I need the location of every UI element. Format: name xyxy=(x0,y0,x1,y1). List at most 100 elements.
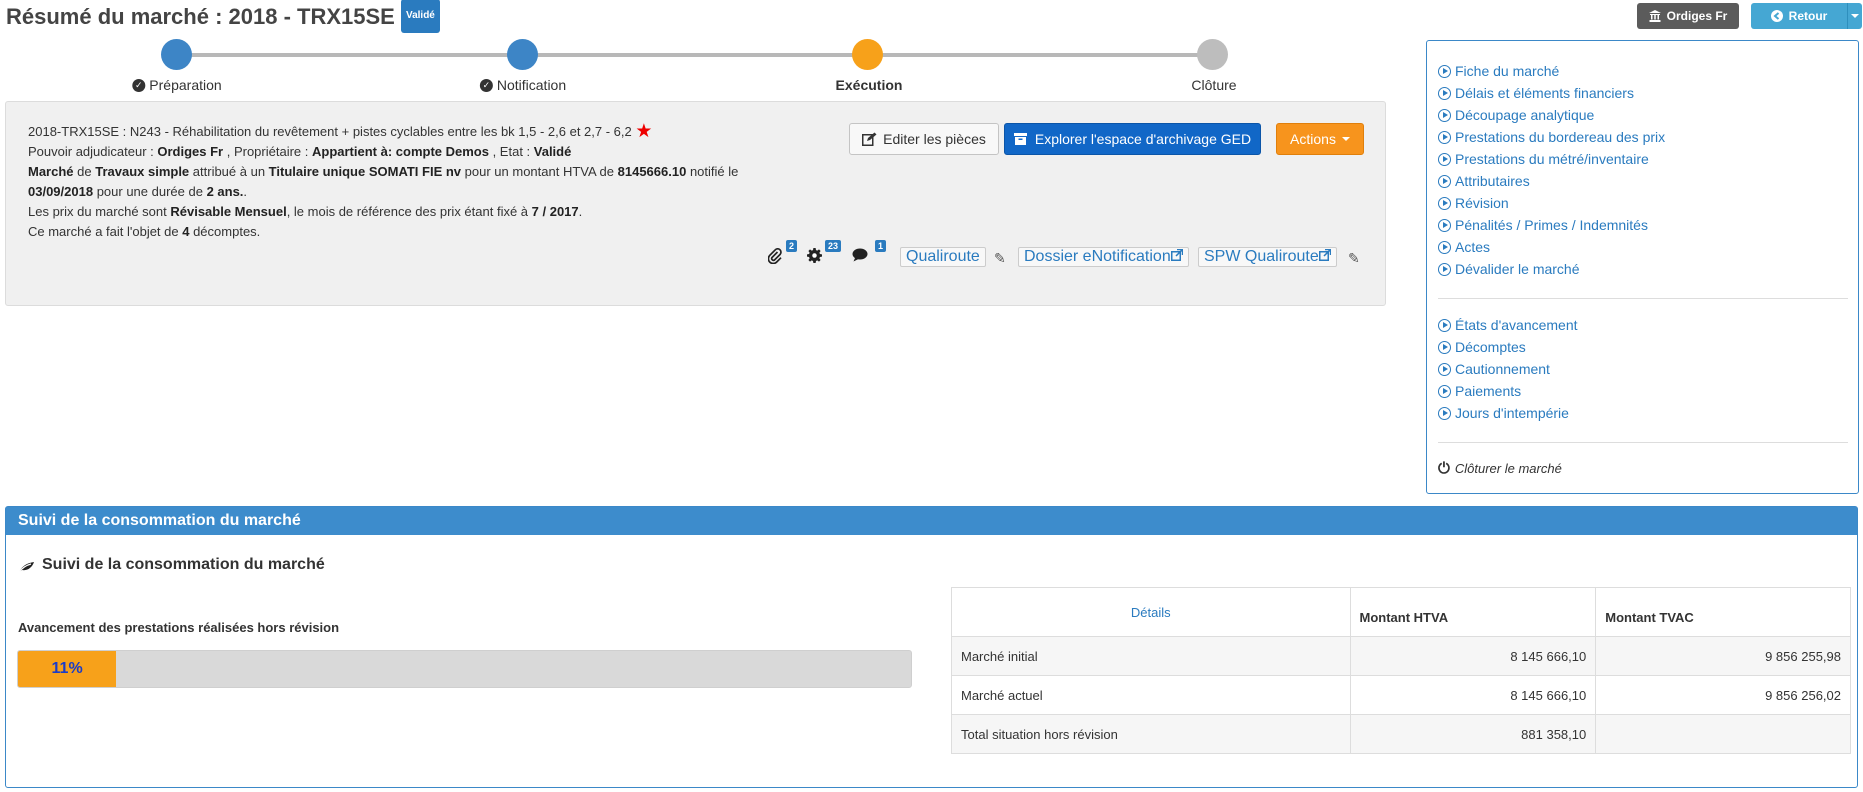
organization-button-label: Ordiges Fr xyxy=(1666,9,1728,23)
sidebar-item-label: Décomptes xyxy=(1455,339,1526,355)
step-label-cloture: Clôture xyxy=(1191,77,1236,93)
pencil-icon[interactable]: ✎ xyxy=(1348,250,1360,267)
star-icon[interactable]: ★ xyxy=(635,121,652,142)
authority-label: Pouvoir adjudicateur : xyxy=(28,144,158,159)
market-contract-line: Marché de Travaux simple attribué à un T… xyxy=(28,162,738,182)
caret-down-icon xyxy=(1851,14,1859,18)
market-date-line: 03/09/2018 pour une durée de 2 ans.. xyxy=(28,182,738,202)
comment-icon[interactable] xyxy=(852,248,868,267)
play-circle-icon xyxy=(1438,196,1451,210)
sidebar-item-penalites[interactable]: Pénalités / Primes / Indemnités xyxy=(1438,217,1648,233)
sidebar-item-paiements[interactable]: Paiements xyxy=(1438,383,1521,399)
consumption-panel: Suivi de la consommation du marché Suivi… xyxy=(5,506,1858,788)
sidebar-item-attributaires[interactable]: Attributaires xyxy=(1438,173,1530,189)
comments-count-badge: 1 xyxy=(875,240,887,252)
table-row: Marché actuel 8 145 666,10 9 856 256,02 xyxy=(951,675,1851,715)
sidebar-item-devalider[interactable]: Dévalider le marché xyxy=(1438,261,1580,277)
sidebar-item-etats-avancement[interactable]: États d'avancement xyxy=(1438,317,1578,333)
external-link-icon xyxy=(1318,248,1331,261)
details-header-link[interactable]: Détails xyxy=(951,587,1351,637)
stepper-track xyxy=(177,53,1212,57)
market-type: Travaux simple xyxy=(95,164,190,179)
spw-qualiroute-link-label: SPW Qualiroute xyxy=(1204,248,1319,265)
sidebar-item-label: États d'avancement xyxy=(1455,317,1578,333)
market-info-text: 2018-TRX15SE : N243 - Réhabilitation du … xyxy=(28,122,738,242)
sidebar-item-delais[interactable]: Délais et éléments financiers xyxy=(1438,85,1634,101)
edit-documents-button[interactable]: Editer les pièces xyxy=(849,123,999,155)
authority-value: Ordiges Fr xyxy=(157,144,224,159)
market-reference-line: 2018-TRX15SE : N243 - Réhabilitation du … xyxy=(28,122,738,142)
arrow-left-circle-icon xyxy=(1770,10,1783,22)
caret-down-icon xyxy=(1341,137,1350,141)
table-header-tvac: Montant TVAC xyxy=(1595,587,1851,637)
sidebar-item-cautionnement[interactable]: Cautionnement xyxy=(1438,361,1550,377)
table-cell-label: Marché initial xyxy=(951,636,1351,676)
duration-value: 2 ans. xyxy=(206,184,244,199)
play-circle-icon xyxy=(1438,262,1451,276)
text-fragment: . xyxy=(243,184,248,199)
text-fragment: Ce marché a fait l'objet de xyxy=(28,224,183,239)
sidebar-item-label: Cautionnement xyxy=(1455,361,1550,377)
table-cell-label: Total situation hors révision xyxy=(951,714,1351,754)
sidebar-divider xyxy=(1438,442,1848,443)
step-dot-cloture xyxy=(1197,39,1228,70)
play-circle-icon xyxy=(1438,340,1451,354)
table-header-row: Détails Montant HTVA Montant TVAC xyxy=(951,587,1851,637)
sidebar-item-label: Paiements xyxy=(1455,383,1522,399)
sidebar-item-label: Délais et éléments financiers xyxy=(1455,85,1634,101)
actions-dropdown-button[interactable]: Actions xyxy=(1276,123,1364,155)
sidebar-item-label: Actes xyxy=(1455,239,1491,255)
step-dot-preparation xyxy=(161,39,192,70)
state-value: Validé xyxy=(533,144,572,159)
gear-icon[interactable] xyxy=(807,248,822,268)
sidebar-item-label: Jours d'intempérie xyxy=(1455,405,1569,421)
edit-documents-label: Editer les pièces xyxy=(883,131,986,147)
amount-value: 8145666.10 xyxy=(617,164,687,179)
back-button[interactable]: Retour xyxy=(1751,3,1847,29)
pencil-icon[interactable]: ✎ xyxy=(994,250,1006,267)
table-cell-label: Marché actuel xyxy=(951,675,1351,715)
state-label: , Etat : xyxy=(488,144,534,159)
table-cell-htva: 881 358,10 xyxy=(1349,714,1597,754)
progress-bar-fill: 11% xyxy=(18,651,117,687)
text-fragment: , le mois de référence des prix étant fi… xyxy=(286,204,532,219)
table-cell-tvac xyxy=(1595,714,1851,754)
check-circle-icon: ✓ xyxy=(479,78,493,92)
sidebar-item-actes[interactable]: Actes xyxy=(1438,239,1490,255)
table-cell-tvac: 9 856 256,02 xyxy=(1595,675,1851,715)
qualiroute-link[interactable]: Qualiroute xyxy=(900,247,986,267)
sidebar-item-revision[interactable]: Révision xyxy=(1438,195,1509,211)
market-price-line: Les prix du marché sont Révisable Mensue… xyxy=(28,202,738,222)
play-circle-icon xyxy=(1438,174,1451,188)
play-circle-icon xyxy=(1438,218,1451,232)
progress-bar: 11% xyxy=(17,650,912,688)
progress-value: 11% xyxy=(51,660,83,677)
spw-qualiroute-link[interactable]: SPW Qualiroute xyxy=(1198,247,1337,267)
owner-value: Appartient à: compte Demos xyxy=(311,144,489,159)
text-fragment: pour une durée de xyxy=(93,184,207,199)
notification-date: 03/09/2018 xyxy=(28,184,94,199)
market-decomptes-line: Ce marché a fait l'objet de 4 décomptes. xyxy=(28,222,738,242)
paperclip-icon[interactable] xyxy=(767,248,782,269)
explore-ged-button[interactable]: Explorer l'espace d'archivage GED xyxy=(1004,123,1261,155)
play-circle-icon xyxy=(1438,384,1451,398)
table-cell-htva: 8 145 666,10 xyxy=(1349,636,1597,676)
back-dropdown-toggle[interactable] xyxy=(1847,3,1862,29)
text-fragment: pour un montant HTVA de xyxy=(461,164,618,179)
table-cell-htva: 8 145 666,10 xyxy=(1349,675,1597,715)
leaf-icon xyxy=(18,561,34,573)
table-cell-tvac: 9 856 255,98 xyxy=(1595,636,1851,676)
play-circle-icon xyxy=(1438,406,1451,420)
sidebar-item-fiche[interactable]: Fiche du marché xyxy=(1438,63,1559,79)
sidebar-item-metre[interactable]: Prestations du métré/inventaire xyxy=(1438,151,1649,167)
enotification-link[interactable]: Dossier eNotification xyxy=(1018,247,1189,267)
sidebar-item-bordereau[interactable]: Prestations du bordereau des prix xyxy=(1438,129,1665,145)
close-market-link[interactable]: ⏻ Clôturer le marché xyxy=(1438,460,1562,477)
sidebar-item-decoupage[interactable]: Découpage analytique xyxy=(1438,107,1594,123)
sidebar-item-label: Prestations du bordereau des prix xyxy=(1455,129,1666,145)
sidebar-item-label: Fiche du marché xyxy=(1455,63,1560,79)
sidebar-item-decomptes[interactable]: Décomptes xyxy=(1438,339,1526,355)
actions-label: Actions xyxy=(1290,131,1336,147)
sidebar-item-intemperie[interactable]: Jours d'intempérie xyxy=(1438,405,1569,421)
organization-button[interactable]: Ordiges Fr xyxy=(1637,3,1739,29)
